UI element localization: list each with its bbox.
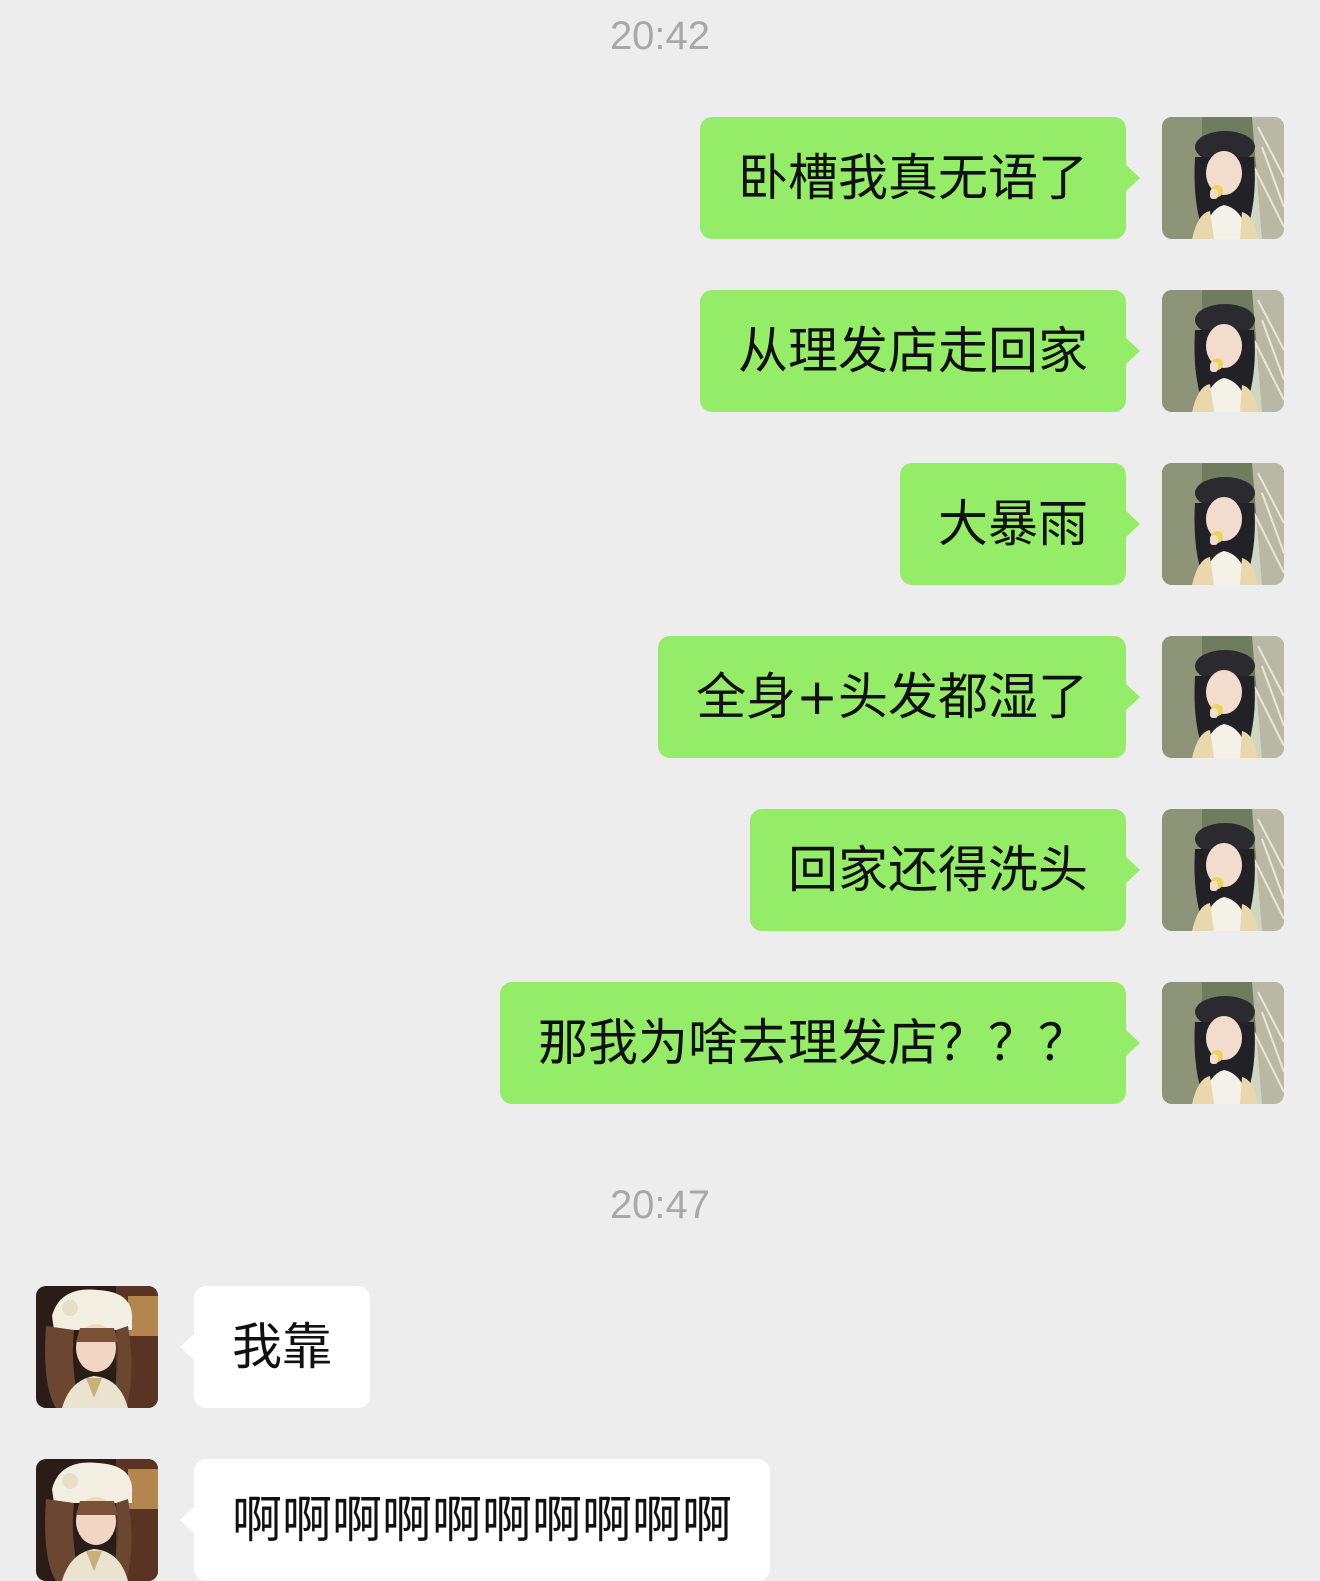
self-avatar[interactable] <box>1162 982 1284 1104</box>
self-avatar-image <box>1162 117 1284 239</box>
self-avatar[interactable] <box>1162 463 1284 585</box>
outgoing-message-bubble[interactable]: 那我为啥去理发店？？？ <box>500 982 1140 1104</box>
outgoing-message-row: 大暴雨 <box>900 463 1284 585</box>
outgoing-message-bubble[interactable]: 大暴雨 <box>900 463 1140 585</box>
outgoing-message-row: 那我为啥去理发店？？？ <box>500 982 1284 1104</box>
outgoing-message-bubble[interactable]: 卧槽我真无语了 <box>700 117 1140 239</box>
outgoing-message-row: 回家还得洗头 <box>750 809 1284 931</box>
outgoing-message-row: 全身+头发都湿了 <box>658 636 1284 758</box>
self-avatar[interactable] <box>1162 809 1284 931</box>
timestamp: 20:47 <box>609 1183 711 1227</box>
self-avatar[interactable] <box>1162 290 1284 412</box>
self-avatar-image <box>1162 463 1284 585</box>
outgoing-message-row: 从理发店走回家 <box>700 290 1284 412</box>
incoming-message-row: 啊啊啊啊啊啊啊啊啊啊 <box>36 1459 770 1581</box>
incoming-message-bubble[interactable]: 我靠 <box>180 1286 370 1408</box>
outgoing-message-bubble[interactable]: 全身+头发都湿了 <box>658 636 1140 758</box>
self-avatar[interactable] <box>1162 117 1284 239</box>
self-avatar-image <box>1162 982 1284 1104</box>
contact-avatar-image <box>36 1286 158 1408</box>
incoming-message-row: 我靠 <box>36 1286 370 1408</box>
self-avatar-image <box>1162 809 1284 931</box>
outgoing-message-bubble[interactable]: 回家还得洗头 <box>750 809 1140 931</box>
self-avatar-image <box>1162 636 1284 758</box>
chat-area: 20:42 卧槽我真无语了 从理发店走回家 大暴雨 全身+头发都湿了 回家还得洗… <box>0 0 1320 1581</box>
outgoing-message-bubble[interactable]: 从理发店走回家 <box>700 290 1140 412</box>
contact-avatar[interactable] <box>36 1459 158 1581</box>
contact-avatar-image <box>36 1459 158 1581</box>
outgoing-message-row: 卧槽我真无语了 <box>700 117 1284 239</box>
self-avatar-image <box>1162 290 1284 412</box>
self-avatar[interactable] <box>1162 636 1284 758</box>
contact-avatar[interactable] <box>36 1286 158 1408</box>
timestamp: 20:42 <box>609 14 711 58</box>
incoming-message-bubble[interactable]: 啊啊啊啊啊啊啊啊啊啊 <box>180 1459 770 1581</box>
